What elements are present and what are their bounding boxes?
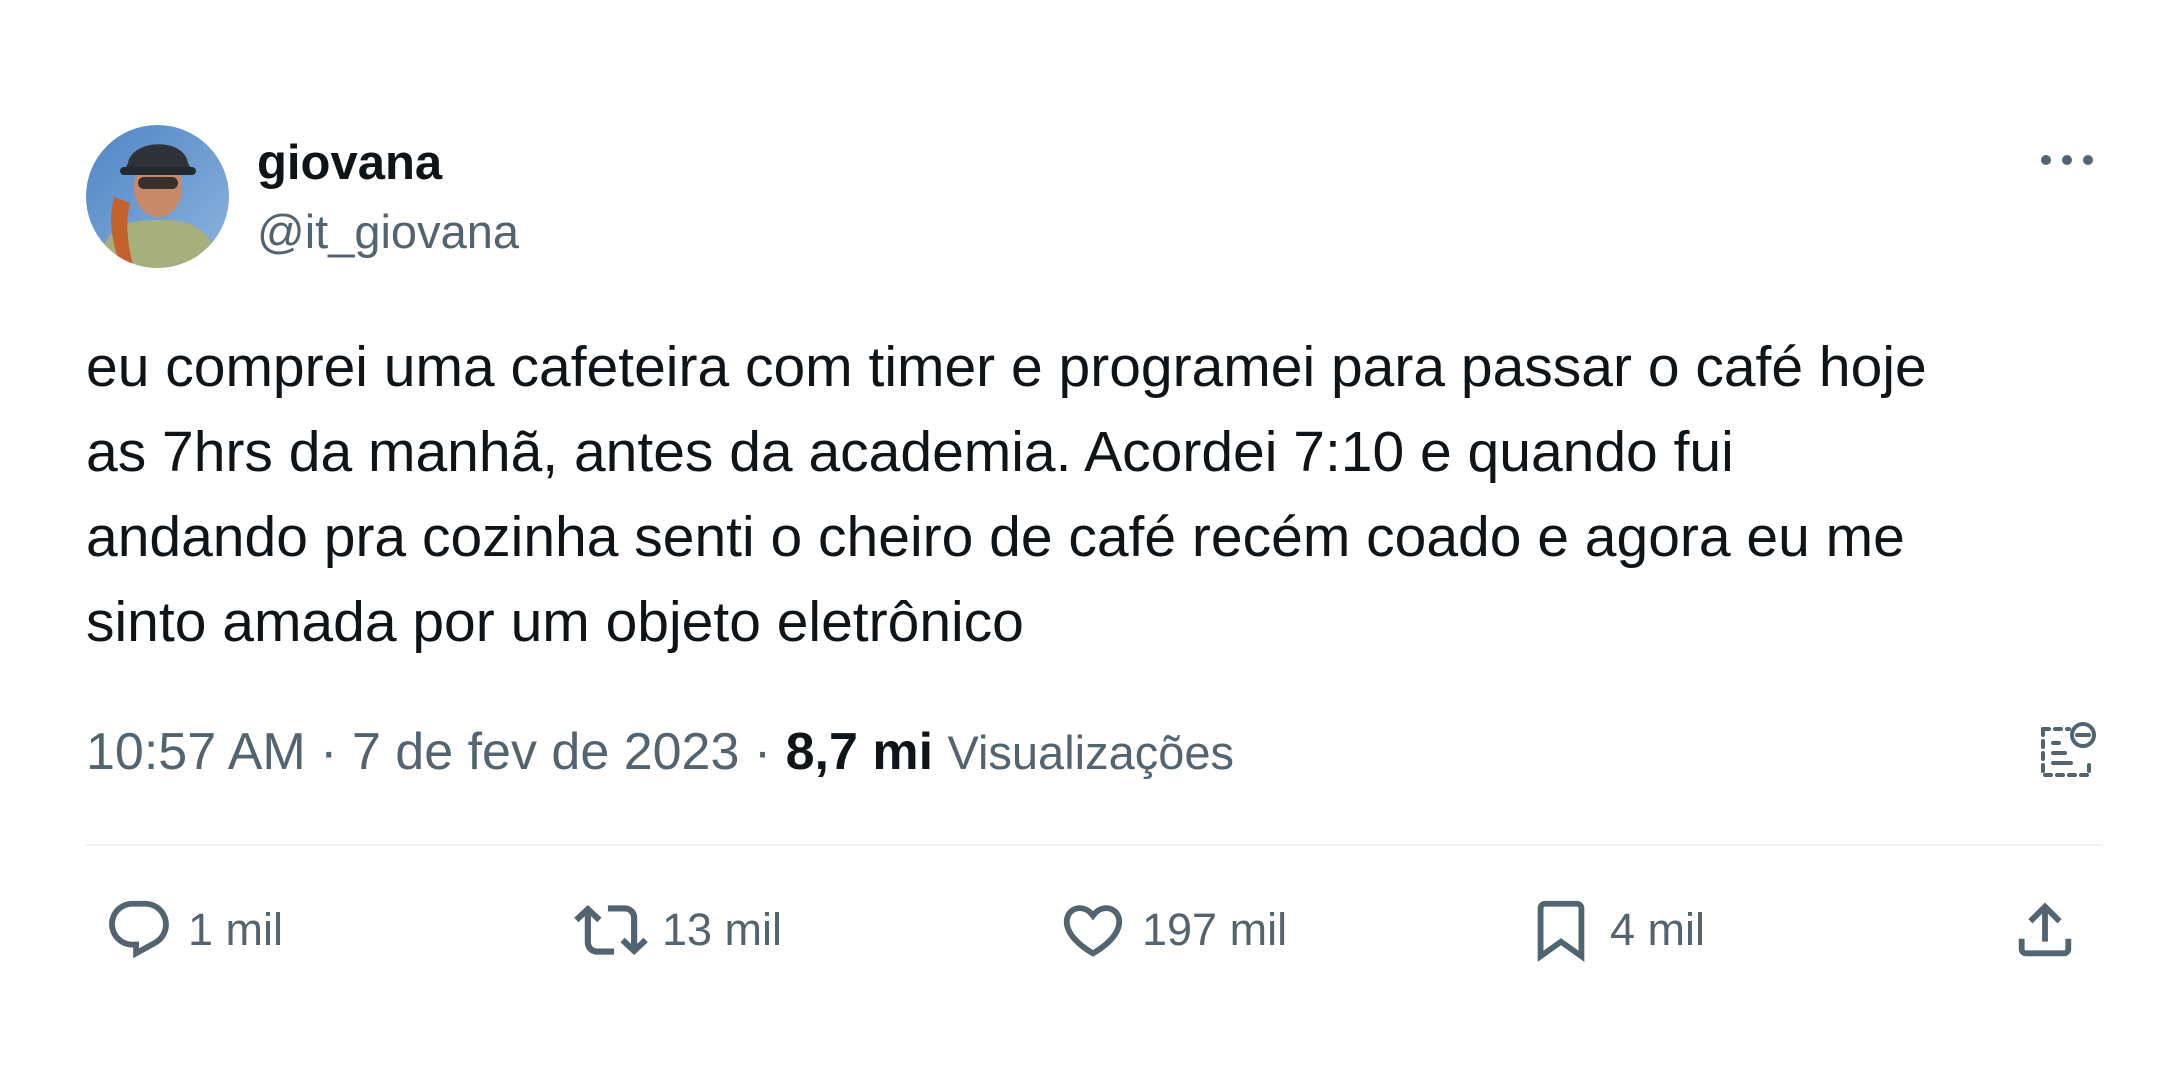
tweet-text-line: as 7hrs da manhã, antes da academia. Aco… [86,420,1734,484]
more-options-button[interactable] [2032,135,2102,185]
retweet-count: 13 mil [662,904,783,955]
action-bar: 1 mil 13 mil 197 mil 4 mil [86,885,2102,975]
profile-photo-icon [86,125,229,268]
meta-separator: · [739,723,786,781]
reply-button[interactable]: 1 mil [104,885,283,975]
meta-separator: · [305,723,352,781]
tweet-text-line: andando pra cozinha senti o cheiro de ca… [86,505,1905,569]
share-icon [2018,902,2072,957]
reply-icon [109,900,169,959]
like-button[interactable]: 197 mil [1058,885,1287,975]
views-count: 8,7 mi [785,723,934,781]
user-handle[interactable]: @it_giovana [257,203,519,261]
analytics-icon [2041,722,2096,777]
analytics-button[interactable] [2032,712,2102,788]
share-button[interactable] [2010,885,2080,975]
tweet-text: eu comprei uma cafeteira com timer e pro… [86,325,2106,665]
retweet-icon [574,904,648,956]
heart-icon [1063,905,1123,957]
tweet-card: giovana @it_giovana eu comprei uma cafet… [86,0,2102,1080]
bookmark-button[interactable]: 4 mil [1526,885,1705,975]
tweet-date[interactable]: 7 de fev de 2023 [352,723,739,781]
bookmark-icon [1537,900,1585,962]
tweet-text-line: sinto amada por um objeto eletrônico [86,590,1024,654]
divider [86,844,2102,846]
tweet-header: giovana @it_giovana [86,125,2102,268]
like-count: 197 mil [1142,904,1288,955]
tweet-meta: 10:57 AM · 7 de fev de 2023 · 8,7 mi Vis… [86,722,1234,782]
tweet-time[interactable]: 10:57 AM [86,723,306,781]
avatar[interactable] [86,125,229,268]
views-label: Visualizações [947,726,1234,779]
bookmark-count: 4 mil [1610,904,1706,955]
display-name[interactable]: giovana [257,133,442,193]
tweet-text-line: eu comprei uma cafeteira com timer e pro… [86,335,1927,399]
reply-count: 1 mil [188,904,284,955]
retweet-button[interactable]: 13 mil [574,885,782,975]
more-dots-icon [2041,155,2093,165]
